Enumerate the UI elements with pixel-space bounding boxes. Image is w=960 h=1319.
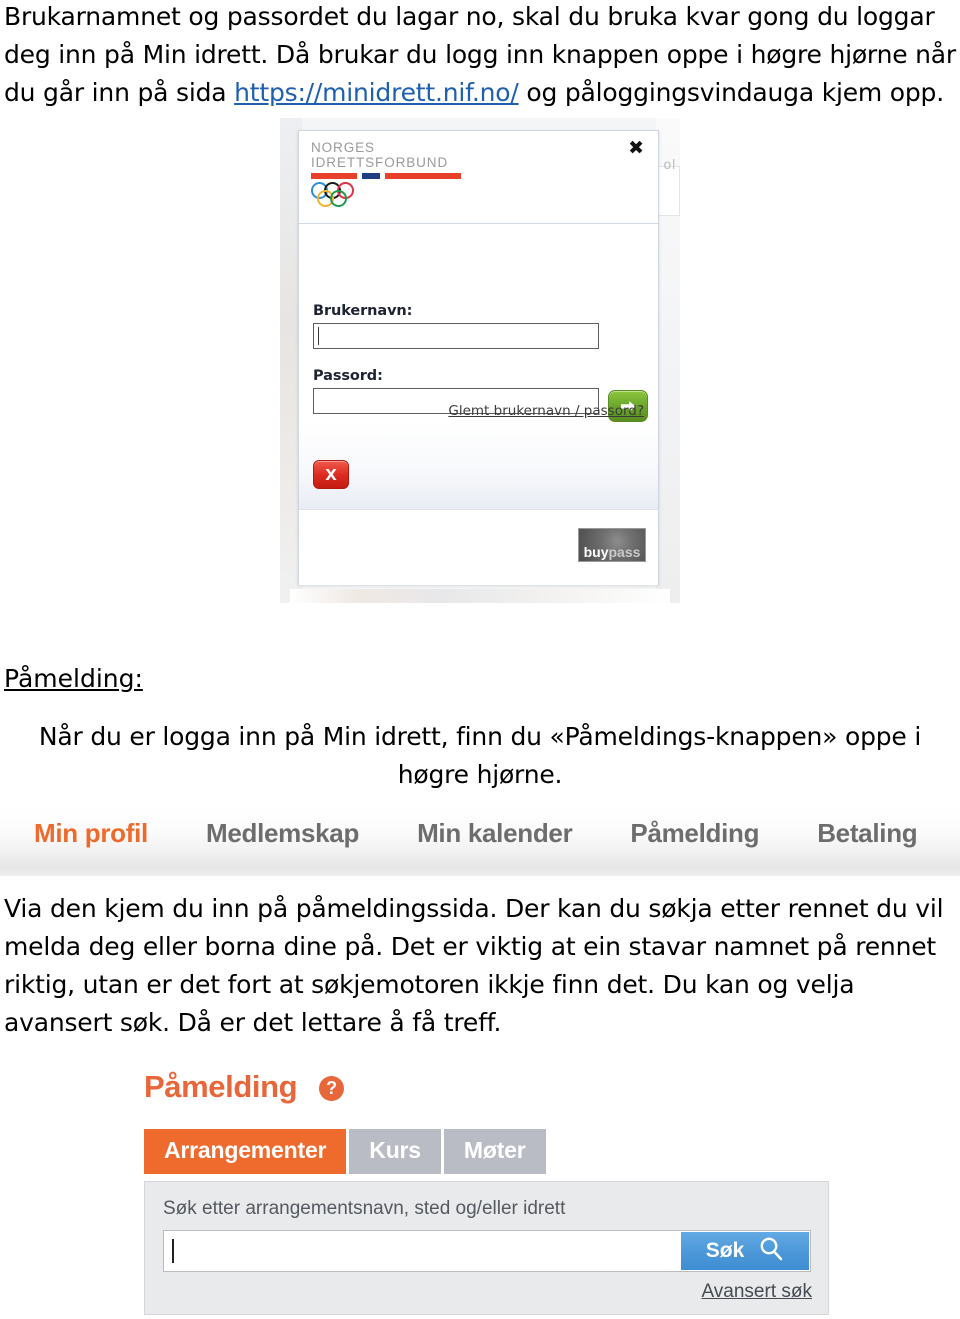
pamelding-heading: Påmelding: — [4, 664, 143, 693]
help-icon[interactable]: ? — [319, 1075, 345, 1101]
nif-flag-bars — [311, 173, 471, 179]
login-dialog-screenshot: ol NORGES IDRETTSFORBUND ✖ Brukernavn: P… — [280, 118, 680, 603]
background-page-bottom — [290, 589, 670, 603]
intro-paragraph: Brukarnamnet og passordet du lagar no, s… — [4, 0, 956, 112]
min-idrett-navbar-screenshot: Min profil Medlemskap Min kalender Påmel… — [0, 804, 960, 876]
nav-item-min-kalender[interactable]: Min kalender — [417, 818, 573, 849]
cancel-button[interactable]: X — [313, 460, 349, 489]
forgot-credentials-link[interactable]: Glemt brukernavn / passord? — [448, 403, 644, 419]
search-button-label: Søk — [705, 1239, 745, 1262]
dialog-footer: buy pass — [299, 509, 658, 585]
username-label: Brukernavn: — [313, 303, 413, 319]
bar-blue — [362, 173, 380, 179]
username-input[interactable] — [313, 323, 599, 349]
buypass-logo-pass: pass — [608, 544, 641, 560]
bar-red-right — [385, 173, 461, 179]
buypass-logo: buy pass — [578, 528, 646, 562]
bar-red-left — [311, 173, 357, 179]
olympic-rings-icon — [311, 182, 383, 210]
nif-logo: NORGES IDRETTSFORBUND — [311, 140, 471, 210]
pamelding-paragraph: Når du er logga inn på Min idrett, finn … — [38, 722, 922, 789]
background-partial-text: ol — [663, 158, 676, 173]
search-instructions-paragraph: Via den kjem du inn på påmeldingssida. D… — [4, 894, 944, 1037]
dialog-header: NORGES IDRETTSFORBUND ✖ — [299, 131, 658, 224]
background-strip — [658, 166, 680, 216]
pamelding-tabs: Arrangementer Kurs Møter — [144, 1129, 546, 1174]
buypass-login-dialog: NORGES IDRETTSFORBUND ✖ Brukernavn: Pass… — [298, 130, 659, 585]
ring-green — [330, 190, 347, 207]
nif-logo-line1: NORGES — [311, 140, 375, 155]
pamelding-title-row: Påmelding ? — [144, 1069, 345, 1105]
intro-text-part2: og påloggingsvindauga kjem opp. — [518, 78, 944, 107]
search-button[interactable]: Søk — [681, 1232, 809, 1270]
search-field-label: Søk etter arrangementsnavn, sted og/elle… — [163, 1198, 566, 1219]
search-panel: Søk etter arrangementsnavn, sted og/elle… — [144, 1181, 829, 1315]
buypass-logo-buy: buy — [583, 544, 609, 560]
minidrett-url-link[interactable]: https://minidrett.nif.no/ — [234, 78, 519, 107]
tab-moter[interactable]: Møter — [443, 1129, 546, 1174]
text-caret — [172, 1239, 174, 1263]
tab-arrangementer[interactable]: Arrangementer — [144, 1129, 347, 1174]
nav-item-betaling[interactable]: Betaling — [817, 818, 917, 849]
search-input-row: Søk — [163, 1230, 811, 1272]
pamelding-widget-title: Påmelding — [144, 1069, 298, 1104]
tab-kurs[interactable]: Kurs — [349, 1129, 441, 1174]
close-icon[interactable]: ✖ — [628, 139, 644, 158]
nif-logo-line2: IDRETTSFORBUND — [311, 154, 449, 170]
text-caret — [318, 327, 319, 345]
magnifier-icon — [758, 1236, 784, 1266]
pamelding-search-screenshot: Påmelding ? Arrangementer Kurs Møter Søk… — [140, 1065, 840, 1319]
dialog-body: Brukernavn: Passord: Glemt brukernavn / … — [299, 224, 658, 509]
nav-item-medlemskap[interactable]: Medlemskap — [206, 818, 359, 849]
advanced-search-link[interactable]: Avansert søk — [701, 1281, 812, 1303]
username-field-group: Brukernavn: — [313, 303, 613, 349]
nav-item-pamelding[interactable]: Påmelding — [630, 818, 759, 849]
nav-item-min-profil[interactable]: Min profil — [34, 818, 148, 849]
password-label: Passord: — [313, 368, 383, 384]
